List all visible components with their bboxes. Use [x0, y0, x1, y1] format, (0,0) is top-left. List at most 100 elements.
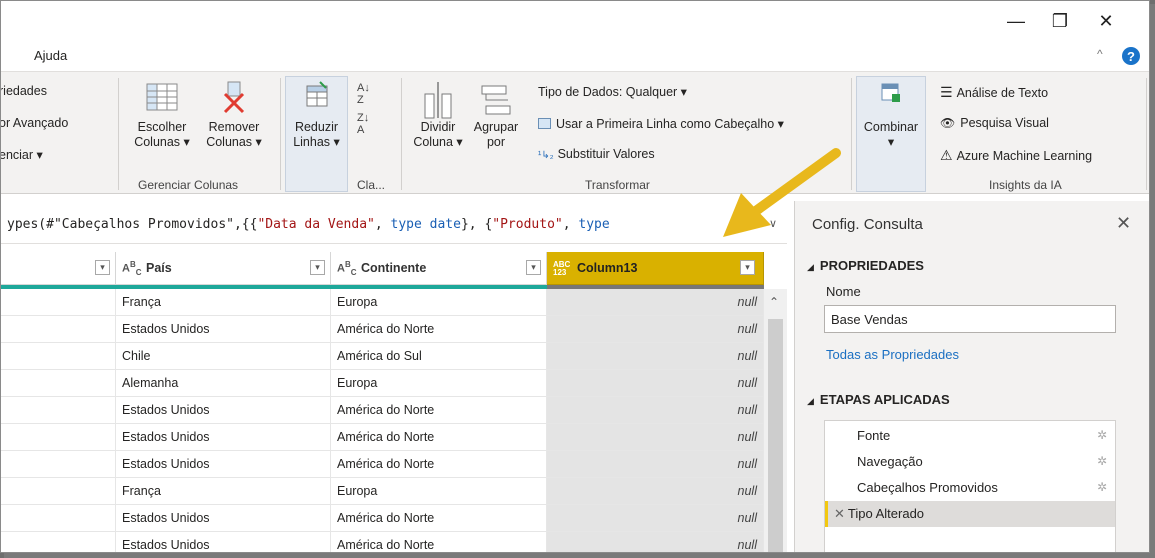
table-cell-pais[interactable]: Estados Unidos — [116, 424, 331, 451]
column-filter-dropdown-icon[interactable]: ▾ — [95, 260, 110, 275]
reduce-rows-icon — [306, 81, 327, 107]
sort-buttons[interactable]: A↓ Z Z↓ A — [357, 82, 370, 136]
table-cell-pais[interactable]: Chile — [116, 343, 331, 370]
table-cell-column13[interactable]: null — [547, 424, 764, 451]
table-cell-continente[interactable]: América do Norte — [331, 451, 547, 478]
table-cell-column13[interactable]: null — [547, 505, 764, 532]
table-cell-pais[interactable]: Estados Unidos — [116, 505, 331, 532]
any-type-icon[interactable]: ABC 123 — [553, 261, 570, 277]
menu-ajuda[interactable]: Ajuda — [34, 48, 67, 63]
text-type-icon[interactable]: ABC — [122, 260, 142, 277]
column-header-previous[interactable]: ▾ — [1, 252, 116, 285]
reduzir-label: Reduzir Linhas ▾ — [293, 120, 340, 149]
table-cell-pais[interactable]: França — [116, 289, 331, 316]
step-navegacao[interactable]: Navegação ✲ — [825, 449, 1115, 475]
table-cell-prev[interactable] — [1, 478, 116, 505]
table-cell-continente[interactable]: América do Norte — [331, 532, 547, 552]
reduzir-linhas-button[interactable]: Reduzir Linhas ▾ — [285, 80, 348, 150]
column-header-pais[interactable]: ABC País ▾ — [116, 252, 331, 285]
table-cell-prev[interactable] — [1, 505, 116, 532]
menu-bar: Ajuda ^ ? — [1, 39, 1149, 71]
restore-button[interactable]: ❐ — [1037, 7, 1083, 35]
pesquisa-visual-button[interactable]: 👁 Pesquisa Visual — [940, 116, 1049, 130]
combinar-button[interactable]: Combinar ▾ — [856, 82, 926, 150]
table-cell-prev[interactable] — [1, 370, 116, 397]
minimize-button[interactable]: — — [993, 7, 1039, 35]
table-cell-pais[interactable]: Estados Unidos — [116, 532, 331, 552]
column-filter-dropdown-icon[interactable]: ▾ — [310, 260, 325, 275]
gerenciar-dropdown[interactable]: enciar ▾ — [1, 147, 43, 162]
table-cell-prev[interactable] — [1, 424, 116, 451]
etapas-section-header[interactable]: ◢ ETAPAS APLICADAS — [807, 392, 950, 407]
remover-colunas-button[interactable]: Remover Colunas ▾ — [198, 80, 270, 150]
table-cell-column13[interactable]: null — [547, 316, 764, 343]
nome-input[interactable] — [824, 305, 1116, 333]
step-tipo-alterado[interactable]: ✕ Tipo Alterado — [825, 501, 1115, 527]
table-cell-continente[interactable]: América do Norte — [331, 505, 547, 532]
table-cell-column13[interactable]: null — [547, 343, 764, 370]
table-cell-prev[interactable] — [1, 397, 116, 424]
table-cell-column13[interactable]: null — [547, 451, 764, 478]
step-fonte[interactable]: Fonte ✲ — [825, 423, 1115, 449]
close-button[interactable]: ✕ — [1083, 7, 1129, 35]
table-cell-column13[interactable]: null — [547, 289, 764, 316]
analise-de-texto-button[interactable]: ☰ Análise de Texto — [940, 84, 1048, 101]
annotation-arrow-icon — [723, 148, 841, 237]
gear-icon[interactable]: ✲ — [1097, 480, 1107, 494]
azure-label: Azure Machine Learning — [956, 149, 1093, 163]
column-header-column13[interactable]: ABC 123 Column13 ▾ — [547, 252, 764, 285]
agrupar-por-button[interactable]: Agrupar por — [467, 80, 525, 150]
table-cell-prev[interactable] — [1, 451, 116, 478]
formula-bar[interactable]: ypes(#"Cabeçalhos Promovidos",{{"Data da… — [1, 204, 787, 244]
table-cell-pais[interactable]: Estados Unidos — [116, 451, 331, 478]
vertical-scrollbar[interactable]: ⌃ — [764, 289, 787, 552]
tipo-de-dados-dropdown[interactable]: Tipo de Dados: Qualquer ▾ — [538, 84, 687, 99]
table-cell-pais[interactable]: Alemanha — [116, 370, 331, 397]
sort-descending-icon[interactable]: Z↓ A — [357, 112, 370, 136]
substituir-valores-button[interactable]: ¹↳₂ Substituir Valores — [538, 147, 655, 161]
table-cell-prev[interactable] — [1, 316, 116, 343]
scrollbar-thumb[interactable] — [768, 319, 783, 552]
scroll-up-icon[interactable]: ⌃ — [769, 295, 779, 309]
table-cell-prev[interactable] — [1, 532, 116, 552]
gear-icon[interactable]: ✲ — [1097, 454, 1107, 468]
table-cell-column13[interactable]: null — [547, 478, 764, 505]
sort-ascending-icon[interactable]: A↓ Z — [357, 82, 370, 106]
table-cell-pais[interactable]: Estados Unidos — [116, 397, 331, 424]
table-cell-continente[interactable]: América do Norte — [331, 424, 547, 451]
formula-text[interactable]: ypes(#"Cabeçalhos Promovidos",{{"Data da… — [7, 217, 610, 232]
table-cell-column13[interactable]: null — [547, 397, 764, 424]
nome-label: Nome — [826, 284, 861, 299]
azure-ml-button[interactable]: ⚠ Azure Machine Learning — [940, 147, 1092, 164]
table-cell-continente[interactable]: América do Norte — [331, 316, 547, 343]
table-cell-continente[interactable]: Europa — [331, 370, 547, 397]
collapse-ribbon-icon[interactable]: ^ — [1097, 47, 1103, 61]
combinar-label: Combinar — [863, 120, 919, 134]
table-cell-prev[interactable] — [1, 343, 116, 370]
table-cell-continente[interactable]: Europa — [331, 289, 547, 316]
table-cell-prev[interactable] — [1, 289, 116, 316]
escolher-colunas-button[interactable]: Escolher Colunas ▾ — [126, 80, 198, 150]
table-cell-continente[interactable]: Europa — [331, 478, 547, 505]
step-cabecalhos-promovidos[interactable]: Cabeçalhos Promovidos ✲ — [825, 475, 1115, 501]
close-pane-icon[interactable]: ✕ — [1116, 213, 1131, 234]
table-cell-continente[interactable]: América do Norte — [331, 397, 547, 424]
usar-primeira-linha-button[interactable]: Usar a Primeira Linha como Cabeçalho ▾ — [538, 116, 784, 131]
dividir-coluna-button[interactable]: Dividir Coluna ▾ — [409, 80, 467, 150]
table-cell-pais[interactable]: França — [116, 478, 331, 505]
table-cell-column13[interactable]: null — [547, 370, 764, 397]
gear-icon[interactable]: ✲ — [1097, 428, 1107, 442]
propriedades-button[interactable]: riedades — [1, 84, 47, 98]
column-filter-dropdown-icon[interactable]: ▾ — [740, 260, 755, 275]
todas-propriedades-link[interactable]: Todas as Propriedades — [826, 347, 959, 362]
table-cell-continente[interactable]: América do Sul — [331, 343, 547, 370]
editor-avancado-button[interactable]: or Avançado — [1, 116, 68, 130]
delete-step-icon[interactable]: ✕ — [834, 506, 845, 521]
column-header-continente[interactable]: ABC Continente ▾ — [331, 252, 547, 285]
text-type-icon[interactable]: ABC — [337, 260, 357, 277]
table-cell-column13[interactable]: null — [547, 532, 764, 552]
help-icon[interactable]: ? — [1122, 47, 1140, 65]
propriedades-section-header[interactable]: ◢ PROPRIEDADES — [807, 258, 924, 273]
table-cell-pais[interactable]: Estados Unidos — [116, 316, 331, 343]
column-filter-dropdown-icon[interactable]: ▾ — [526, 260, 541, 275]
